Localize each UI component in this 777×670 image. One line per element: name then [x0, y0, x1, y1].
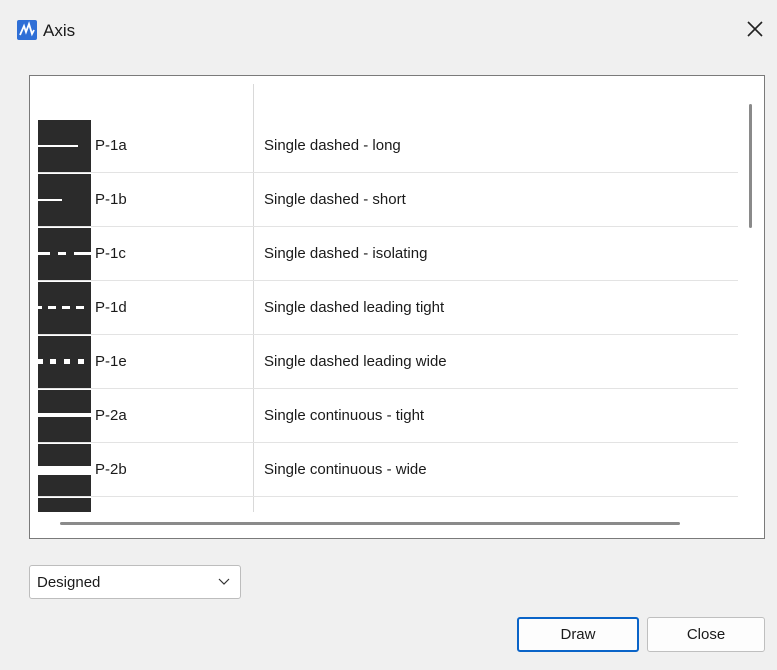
close-button[interactable]: Close: [647, 617, 765, 652]
horizontal-scrollbar[interactable]: [60, 522, 680, 525]
line-description: Single dashed leading wide: [264, 353, 447, 370]
line-description: Single dashed - long: [264, 137, 401, 154]
line-swatch-icon: [38, 498, 91, 512]
dash-isolating-icon: [38, 228, 91, 280]
line-code: P-1d: [95, 299, 127, 316]
dash-short-icon: [38, 174, 91, 226]
dash-leading-wide-icon: [38, 336, 91, 388]
line-code: P-1a: [95, 137, 127, 154]
line-description: Single continuous - wide: [264, 461, 427, 478]
filter-selected-value: Designed: [37, 574, 101, 591]
line-description: Single dashed - isolating: [264, 245, 428, 262]
dash-long-icon: [38, 120, 91, 172]
continuous-wide-icon: [38, 444, 91, 496]
line-type-list[interactable]: P-1a Single dashed - long P-1b Single da…: [29, 75, 765, 539]
line-description: Single continuous - tight: [264, 407, 425, 424]
line-code: P-1e: [95, 353, 127, 370]
line-code: P-2a: [95, 407, 127, 424]
list-item[interactable]: P-2b Single continuous - wide: [38, 443, 738, 497]
draw-button[interactable]: Draw: [517, 617, 639, 652]
list-header: [38, 84, 738, 119]
line-description: Single dashed leading tight: [264, 299, 445, 316]
line-code: P-1b: [95, 191, 127, 208]
continuous-tight-icon: [38, 390, 91, 442]
list-item[interactable]: P-1d Single dashed leading tight: [38, 281, 738, 335]
list-item[interactable]: P-1c Single dashed - isolating: [38, 227, 738, 281]
filter-dropdown[interactable]: Designed: [29, 565, 241, 599]
close-icon[interactable]: [742, 16, 768, 42]
list-item[interactable]: P-2a Single continuous - tight: [38, 389, 738, 443]
vertical-scrollbar[interactable]: [749, 104, 752, 228]
title-bar: Axis: [0, 0, 777, 62]
chevron-down-icon: [218, 578, 230, 585]
dash-leading-tight-icon: [38, 282, 91, 334]
list-item[interactable]: P-1a Single dashed - long: [38, 119, 738, 173]
line-code: P-1c: [95, 245, 126, 262]
line-code: P-2b: [95, 461, 127, 478]
line-description: Single dashed - short: [264, 191, 406, 208]
list-item[interactable]: P-1b Single dashed - short: [38, 173, 738, 227]
app-logo-icon: [17, 20, 37, 40]
window-title: Axis: [43, 21, 76, 40]
list-item[interactable]: [38, 497, 738, 512]
list-item[interactable]: P-1e Single dashed leading wide: [38, 335, 738, 389]
list-viewport: P-1a Single dashed - long P-1b Single da…: [38, 84, 738, 512]
